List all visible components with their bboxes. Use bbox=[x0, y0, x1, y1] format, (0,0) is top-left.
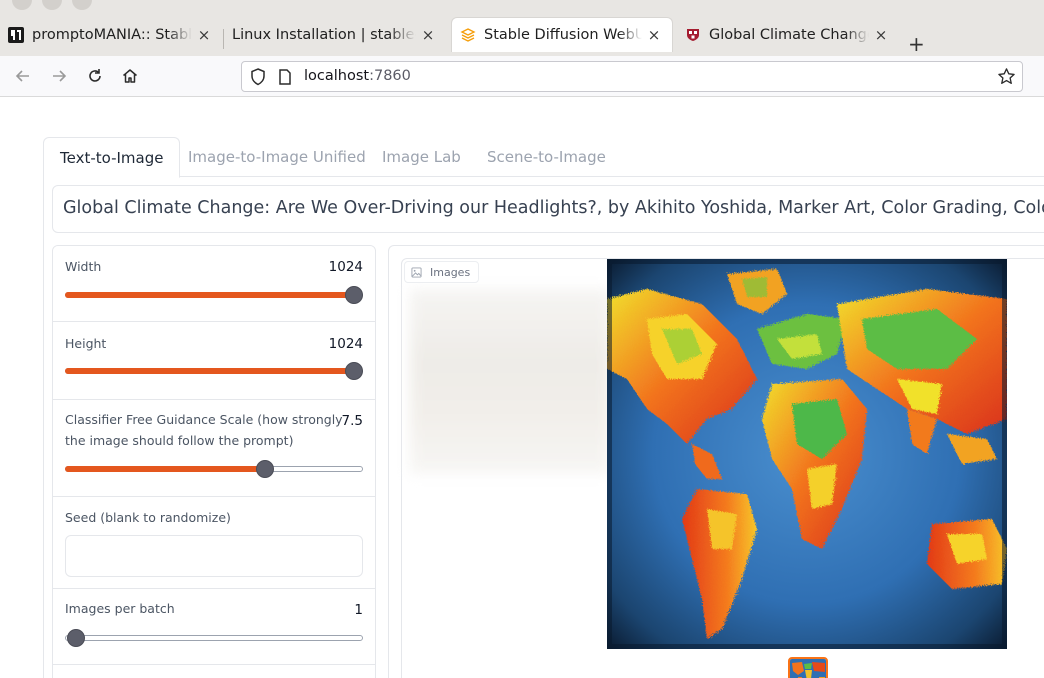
tab-scene-to-image[interactable]: Scene-to-Image bbox=[471, 137, 622, 177]
height-slider-block: Height 1024 bbox=[53, 322, 375, 400]
browser-tab-stable-diffusion-webui[interactable]: Stable Diffusion WebUI × bbox=[451, 17, 673, 52]
prompt-textbox[interactable]: Global Climate Change: Are We Over-Drivi… bbox=[52, 185, 1044, 233]
tab-title: promptoMANIA:: Stable Diffusion bbox=[32, 26, 192, 43]
tab-image-to-image-unified[interactable]: Image-to-Image Unified bbox=[172, 137, 382, 177]
tab-title: Global Climate Change: Are We bbox=[709, 26, 869, 43]
width-slider-thumb[interactable] bbox=[345, 286, 363, 304]
cfg-scale-slider-track[interactable] bbox=[65, 460, 363, 478]
images-per-batch-slider-track[interactable] bbox=[65, 629, 363, 647]
seed-input[interactable] bbox=[65, 535, 363, 577]
home-icon[interactable] bbox=[119, 65, 141, 87]
cfg-scale-label: Classifier Free Guidance Scale (how stro… bbox=[65, 412, 343, 448]
browser-tab-linux-installation[interactable]: Linux Installation | stable-diffusion × bbox=[224, 17, 446, 52]
height-slider-track[interactable] bbox=[65, 362, 363, 380]
tab-image-lab[interactable]: Image Lab bbox=[366, 137, 477, 177]
layers-favicon-icon bbox=[460, 27, 476, 43]
mode-tab-bar: Text-to-Image Image-to-Image Unified Ima… bbox=[43, 137, 1044, 178]
cfg-scale-slider-block: Classifier Free Guidance Scale (how stro… bbox=[53, 400, 375, 497]
images-per-batch-block: Images per batch 1 bbox=[53, 589, 375, 665]
output-gallery-panel: Images bbox=[388, 245, 1044, 678]
generated-image-world-map[interactable] bbox=[607, 259, 1007, 649]
tab-close-icon[interactable]: × bbox=[873, 26, 889, 44]
back-arrow-icon[interactable] bbox=[12, 65, 34, 87]
image-icon bbox=[411, 266, 422, 278]
harvard-shield-favicon-icon bbox=[685, 27, 701, 43]
width-value[interactable]: 1024 bbox=[329, 259, 363, 275]
reload-icon[interactable] bbox=[84, 65, 106, 87]
width-slider-track[interactable] bbox=[65, 286, 363, 304]
seed-label: Seed (blank to randomize) bbox=[65, 510, 231, 525]
page-icon[interactable] bbox=[278, 69, 292, 89]
window-minimize-button[interactable] bbox=[42, 0, 62, 10]
image-gallery: Images bbox=[401, 258, 1044, 678]
forward-arrow-icon[interactable] bbox=[48, 65, 70, 87]
tab-text-to-image[interactable]: Text-to-Image bbox=[43, 137, 181, 178]
gallery-label: Images bbox=[404, 261, 480, 283]
window-maximize-button[interactable] bbox=[72, 0, 92, 10]
window-close-button[interactable] bbox=[12, 0, 32, 10]
browser-navigation-bar: localhost:7860 bbox=[0, 56, 1044, 97]
height-label: Height bbox=[65, 336, 107, 351]
width-slider-block: Width 1024 bbox=[53, 246, 375, 322]
tab-close-icon[interactable]: × bbox=[196, 26, 212, 44]
tab-title: Stable Diffusion WebUI bbox=[484, 27, 642, 43]
blurred-image-placeholder bbox=[410, 289, 610, 474]
browser-tab-promptomania[interactable]: promptoMANIA:: Stable Diffusion × bbox=[0, 17, 222, 52]
gallery-thumbnail[interactable] bbox=[788, 657, 828, 678]
tab-title: Linux Installation | stable-diffusion bbox=[232, 26, 416, 43]
settings-panel: Width 1024 Height 1024 Classifier Free G… bbox=[52, 245, 376, 678]
images-per-batch-value[interactable]: 1 bbox=[354, 602, 363, 618]
bookmark-star-icon[interactable] bbox=[997, 67, 1016, 90]
tab-close-icon[interactable]: × bbox=[420, 26, 436, 44]
tab-close-icon[interactable]: × bbox=[646, 26, 662, 44]
window-titlebar bbox=[0, 0, 1044, 12]
cfg-scale-value[interactable]: 7.5 bbox=[342, 413, 363, 429]
address-bar[interactable]: localhost:7860 bbox=[241, 61, 1023, 92]
new-tab-button[interactable]: + bbox=[908, 32, 925, 56]
width-label: Width bbox=[65, 259, 102, 274]
images-per-batch-label: Images per batch bbox=[65, 601, 175, 616]
browser-tab-strip: promptoMANIA:: Stable Diffusion × Linux … bbox=[0, 12, 1044, 56]
shield-icon[interactable] bbox=[250, 68, 266, 90]
height-slider-thumb[interactable] bbox=[345, 362, 363, 380]
height-value[interactable]: 1024 bbox=[329, 336, 363, 352]
promptomania-favicon-icon bbox=[8, 26, 24, 43]
seed-block: Seed (blank to randomize) bbox=[53, 497, 375, 589]
images-per-batch-slider-thumb[interactable] bbox=[67, 629, 85, 647]
url-text[interactable]: localhost:7860 bbox=[304, 68, 411, 84]
gallery-label-text: Images bbox=[430, 265, 471, 279]
browser-tab-global-climate-change[interactable]: Global Climate Change: Are We × bbox=[677, 17, 899, 52]
cfg-scale-slider-thumb[interactable] bbox=[256, 460, 274, 478]
